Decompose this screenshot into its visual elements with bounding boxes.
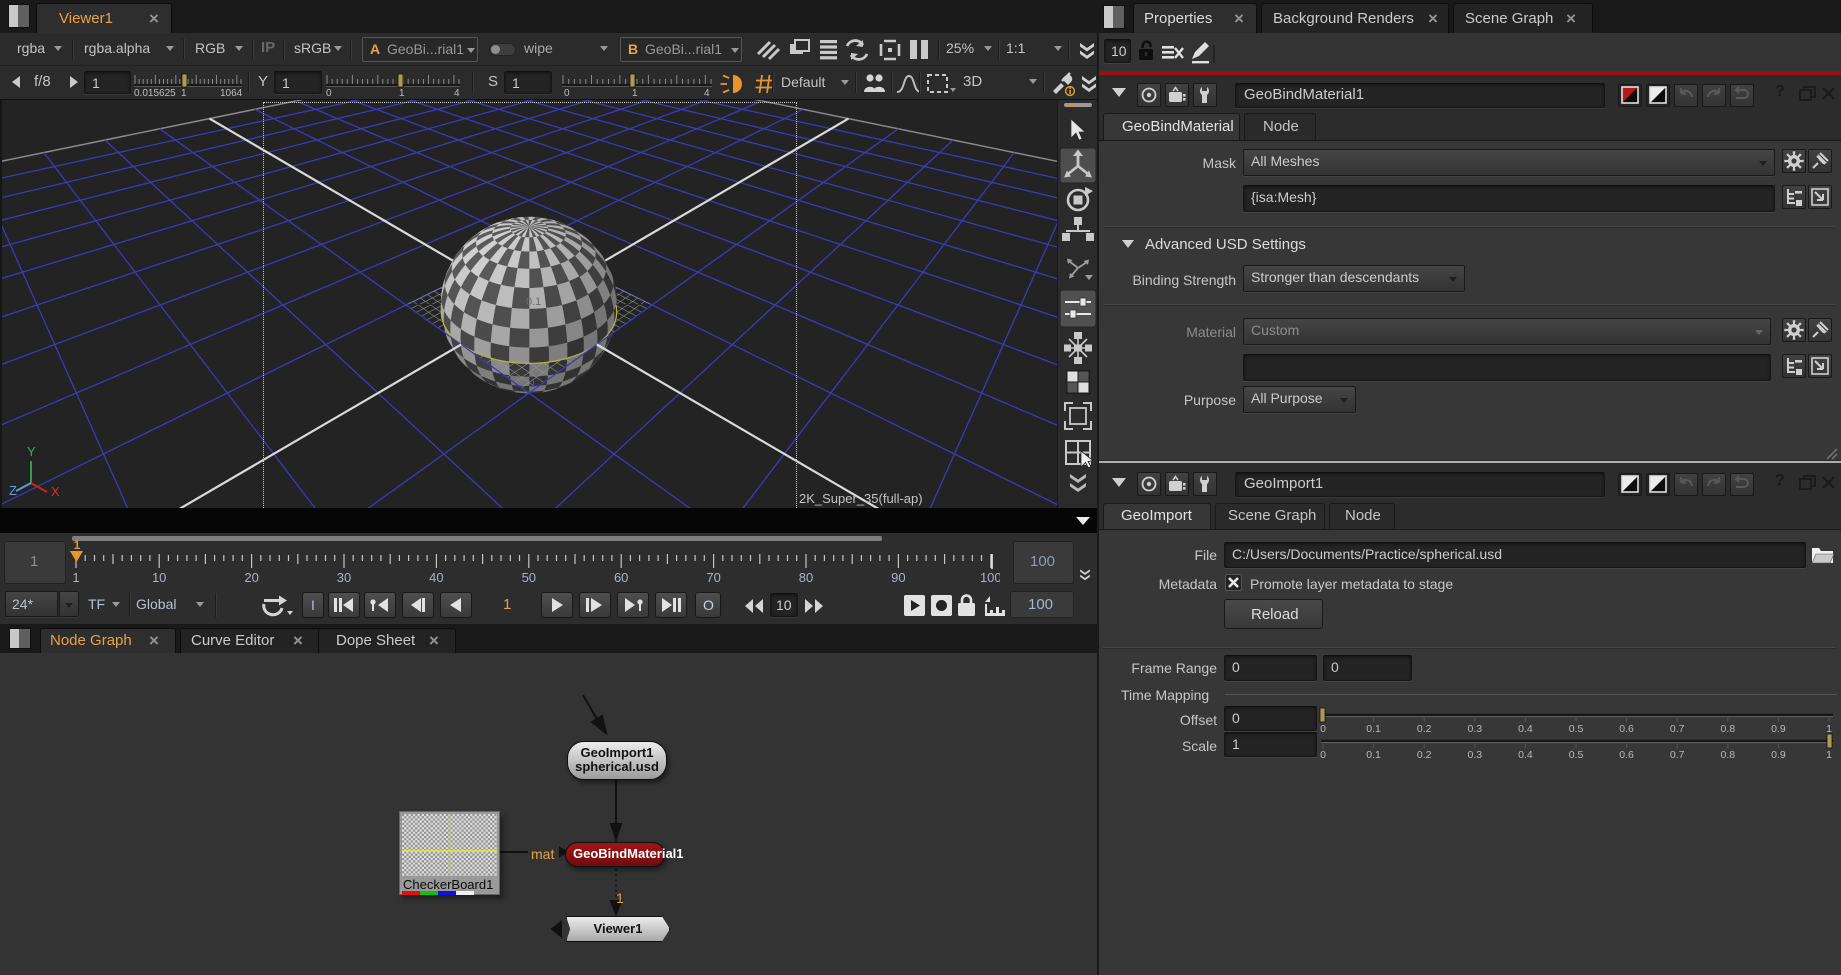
svg-text:0.1: 0.1 <box>1366 749 1381 760</box>
svg-text:0: 0 <box>564 88 570 98</box>
svg-text:4: 4 <box>704 88 710 98</box>
svg-text:50: 50 <box>522 570 536 585</box>
svg-text:100: 100 <box>980 570 1000 585</box>
svg-text:1: 1 <box>74 538 81 552</box>
svg-text:90: 90 <box>891 570 905 585</box>
svg-text:Z: Z <box>9 483 17 498</box>
svg-text:1: 1 <box>72 570 79 585</box>
svg-text:70: 70 <box>706 570 720 585</box>
svg-text:1: 1 <box>1826 749 1832 760</box>
svg-text:0: 0 <box>1320 749 1326 760</box>
svg-text:30: 30 <box>337 570 351 585</box>
svg-text:0.015625: 0.015625 <box>134 88 176 98</box>
svg-text:Y: Y <box>27 444 36 459</box>
svg-text:0.5: 0.5 <box>1569 749 1584 760</box>
svg-text:1: 1 <box>399 88 405 98</box>
svg-text:X: X <box>51 484 60 499</box>
svg-text:4: 4 <box>454 88 460 98</box>
svg-text:20: 20 <box>244 570 258 585</box>
svg-text:1: 1 <box>632 88 638 98</box>
svg-text:0.9: 0.9 <box>1771 749 1786 760</box>
svg-text:0: 0 <box>326 88 332 98</box>
svg-text:40: 40 <box>429 570 443 585</box>
svg-text:10: 10 <box>152 570 166 585</box>
svg-text:0.8: 0.8 <box>1720 749 1735 760</box>
svg-text:80: 80 <box>799 570 813 585</box>
svg-text:0.6: 0.6 <box>1619 749 1634 760</box>
svg-text:0.7: 0.7 <box>1670 749 1685 760</box>
svg-text:60: 60 <box>614 570 628 585</box>
svg-text:0.4: 0.4 <box>1518 749 1533 760</box>
svg-text:0.3: 0.3 <box>1467 749 1482 760</box>
svg-text:0.2: 0.2 <box>1417 749 1432 760</box>
svg-text:1: 1 <box>181 88 187 98</box>
svg-text:1064: 1064 <box>220 88 242 98</box>
